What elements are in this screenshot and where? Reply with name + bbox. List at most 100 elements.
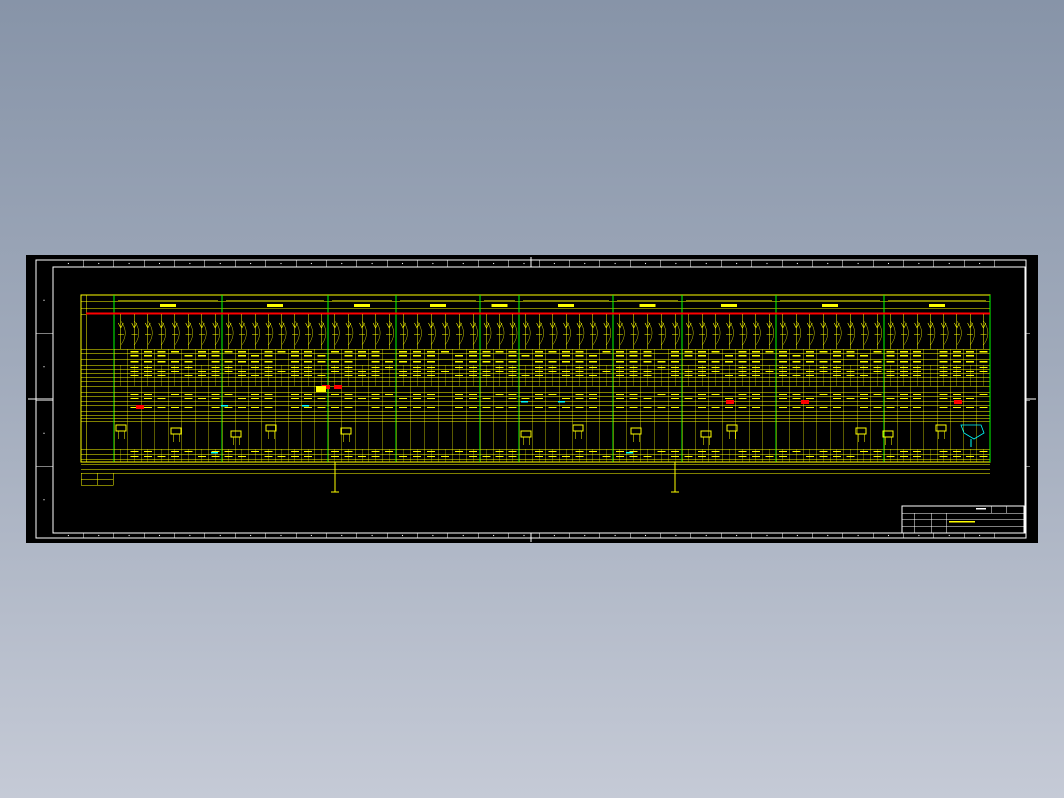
text-mark <box>939 398 948 400</box>
text-mark <box>643 375 652 377</box>
control-wire <box>647 320 653 346</box>
text-mark <box>684 456 693 458</box>
text-mark <box>751 367 760 369</box>
text-mark <box>224 456 233 458</box>
text-mark <box>765 351 774 353</box>
text-mark <box>130 351 139 353</box>
zone-label-top <box>493 262 495 265</box>
text-mark <box>399 456 407 458</box>
zone-label-bottom <box>887 534 890 537</box>
section-title <box>721 304 737 307</box>
text-mark <box>143 375 152 377</box>
text-mark <box>358 375 366 377</box>
text-mark <box>277 351 286 353</box>
text-mark <box>671 361 680 363</box>
text-mark <box>792 407 801 409</box>
text-mark <box>873 456 882 458</box>
text-mark <box>979 361 988 363</box>
text-mark <box>979 351 988 353</box>
text-mark <box>413 355 421 357</box>
text-mark <box>588 398 597 400</box>
zone-label-top <box>736 262 738 265</box>
text-mark <box>751 407 760 409</box>
text-mark <box>588 394 597 396</box>
text-mark <box>344 407 353 409</box>
zone-label-top <box>948 262 950 265</box>
highlight-yellow-block <box>316 386 326 392</box>
text-mark <box>469 394 477 396</box>
text-mark <box>643 371 652 373</box>
text-mark <box>778 367 787 369</box>
text-mark <box>819 456 828 458</box>
text-mark <box>482 407 491 409</box>
zone-label-top <box>553 262 555 265</box>
text-mark <box>304 367 313 369</box>
control-wire <box>606 320 611 346</box>
zone-label-bottom <box>857 534 859 537</box>
text-mark <box>495 371 504 373</box>
text-mark <box>615 351 624 353</box>
highlight-red <box>136 405 144 409</box>
zone-label-top <box>614 262 616 265</box>
text-mark <box>952 456 961 458</box>
text-mark <box>455 394 463 396</box>
zone-label-bottom <box>493 534 495 537</box>
zone-label-bottom <box>189 534 191 537</box>
text-mark <box>197 375 206 377</box>
text-mark <box>952 394 961 396</box>
text-mark <box>455 407 463 409</box>
text-mark <box>643 456 652 458</box>
text-mark <box>427 371 435 373</box>
text-mark <box>698 367 707 369</box>
control-wire <box>430 320 436 346</box>
zone-label-bottom <box>675 534 677 537</box>
text-mark <box>358 355 366 357</box>
text-mark <box>143 407 152 409</box>
zone-label-top <box>341 262 343 265</box>
text-mark <box>657 451 666 453</box>
text-mark <box>469 355 477 357</box>
text-mark <box>399 398 407 400</box>
text-mark <box>575 456 584 458</box>
text-mark <box>535 351 544 353</box>
text-mark <box>615 407 624 409</box>
text-mark <box>224 407 233 409</box>
text-mark <box>535 456 544 458</box>
text-mark <box>899 367 908 369</box>
text-mark <box>899 394 908 396</box>
text-mark <box>251 367 260 369</box>
text-mark <box>657 394 666 396</box>
text-mark <box>184 367 193 369</box>
text-mark <box>399 351 407 353</box>
zone-label-left <box>43 299 45 301</box>
text-mark <box>427 394 435 396</box>
text-mark <box>979 456 988 458</box>
text-mark <box>684 398 693 400</box>
text-mark <box>629 367 638 369</box>
text-mark <box>304 398 313 400</box>
text-mark <box>615 456 624 458</box>
text-mark <box>792 375 801 377</box>
text-mark <box>130 398 139 400</box>
text-mark <box>211 371 220 373</box>
text-mark <box>535 371 544 373</box>
text-mark <box>698 451 707 453</box>
text-mark <box>251 407 260 409</box>
text-mark <box>602 351 611 353</box>
text-mark <box>832 456 841 458</box>
section-title <box>430 304 446 307</box>
text-mark <box>698 456 707 458</box>
text-mark <box>330 367 339 369</box>
zone-label-bottom <box>371 534 373 537</box>
text-mark <box>211 351 220 353</box>
zone-label-top <box>219 262 221 265</box>
equipment-symbol <box>726 424 738 432</box>
zone-label-bottom <box>736 534 738 537</box>
text-mark <box>792 355 801 357</box>
text-mark <box>575 394 584 396</box>
text-mark <box>913 367 922 369</box>
text-mark <box>482 361 491 363</box>
text-mark <box>143 355 152 357</box>
text-mark <box>698 371 707 373</box>
section-title <box>929 304 945 307</box>
